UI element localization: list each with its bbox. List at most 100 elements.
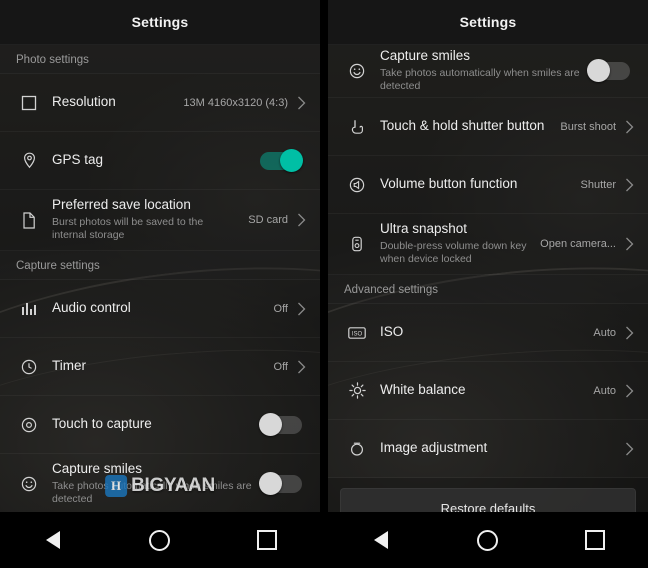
chevron-right-icon xyxy=(622,326,636,340)
setting-row-touch-to-capture[interactable]: Touch to capture xyxy=(0,396,320,454)
setting-row-image-adjustment[interactable]: Image adjustment xyxy=(328,420,648,478)
clock-timer-icon xyxy=(16,354,42,380)
setting-label: Touch to capture xyxy=(52,416,152,432)
svg-text:ISO: ISO xyxy=(352,331,363,337)
setting-row-ultra-snapshot[interactable]: Ultra snapshot Double-press volume down … xyxy=(328,214,648,275)
setting-label: Image adjustment xyxy=(380,440,488,456)
setting-value: Off xyxy=(273,360,288,373)
smile-face-icon xyxy=(344,58,370,84)
nav-recents-button[interactable] xyxy=(575,520,615,560)
location-pin-icon xyxy=(16,148,42,174)
screen-divider xyxy=(320,0,328,568)
chevron-right-icon xyxy=(294,360,308,374)
home-circle-icon xyxy=(477,529,499,551)
right-title-bar: Settings xyxy=(328,0,648,45)
recents-square-icon xyxy=(256,530,277,550)
setting-value: Burst shoot xyxy=(560,120,616,133)
setting-label: GPS tag xyxy=(52,152,104,168)
setting-label: ISO xyxy=(380,324,404,340)
chevron-right-icon xyxy=(622,120,636,134)
touch-to-capture-toggle[interactable] xyxy=(259,412,302,436)
chevron-right-icon xyxy=(622,442,636,456)
setting-row-preferred-save-location[interactable]: Preferred save location Burst photos wil… xyxy=(0,190,320,251)
setting-row-gps-tag[interactable]: GPS tag xyxy=(0,132,320,190)
setting-value: Open camera... xyxy=(540,238,616,250)
setting-label: Capture smiles xyxy=(380,47,471,63)
setting-label: Resolution xyxy=(52,94,116,110)
dual-screenshot-container: Settings Photo settings Resolution 13M 4… xyxy=(0,0,648,568)
chevron-right-icon xyxy=(622,384,636,398)
page-title: Settings xyxy=(131,14,189,30)
image-adjustment-icon xyxy=(344,436,370,462)
setting-row-volume-button-function[interactable]: Volume button function Shutter xyxy=(328,156,648,214)
setting-label: White balance xyxy=(380,382,466,398)
home-circle-icon xyxy=(149,529,171,551)
setting-row-capture-smiles[interactable]: Capture smiles Take photos automatically… xyxy=(328,45,648,98)
back-triangle-icon xyxy=(46,531,61,549)
nav-back-button[interactable] xyxy=(33,520,73,560)
setting-label: Touch & hold shutter button xyxy=(380,118,545,134)
ultra-snapshot-icon xyxy=(344,231,370,257)
page-title: Settings xyxy=(459,14,517,30)
setting-value: Off xyxy=(273,302,288,315)
restore-defaults-container: Restore defaults xyxy=(328,478,648,512)
setting-row-timer[interactable]: Timer Off xyxy=(0,338,320,396)
touch-hold-shutter-icon xyxy=(344,114,370,140)
setting-sublabel: Take photos automatically when smiles ar… xyxy=(380,66,580,93)
setting-value: Auto xyxy=(593,326,616,339)
square-resolution-icon xyxy=(16,90,42,116)
setting-row-resolution[interactable]: Resolution 13M 4160x3120 (4:3) xyxy=(0,74,320,132)
toggle-knob xyxy=(587,59,610,82)
setting-row-white-balance[interactable]: White balance Auto xyxy=(328,362,648,420)
setting-label: Preferred save location xyxy=(52,196,191,212)
capture-smiles-toggle[interactable] xyxy=(259,472,302,495)
setting-value: 13M 4160x3120 (4:3) xyxy=(183,96,288,109)
left-settings-list[interactable]: Photo settings Resolution 13M 4160x3120 … xyxy=(0,45,320,512)
audio-levels-icon xyxy=(16,296,42,322)
setting-sublabel: Double-press volume down key when device… xyxy=(380,239,527,266)
setting-label: Timer xyxy=(52,358,86,374)
setting-label: Audio control xyxy=(52,300,131,316)
setting-value: Shutter xyxy=(580,178,616,191)
nav-back-button[interactable] xyxy=(361,520,401,560)
recents-square-icon xyxy=(584,530,605,550)
left-title-bar: Settings xyxy=(0,0,320,45)
volume-button-icon xyxy=(344,172,370,198)
nav-home-button[interactable] xyxy=(468,520,508,560)
right-settings-list[interactable]: Capture smiles Take photos automatically… xyxy=(328,45,648,512)
smile-face-icon xyxy=(16,471,42,497)
chevron-right-icon xyxy=(294,96,308,110)
toggle-knob xyxy=(259,412,282,436)
section-header-photo-settings: Photo settings xyxy=(0,45,320,74)
setting-sublabel: Burst photos will be saved to the intern… xyxy=(52,215,204,242)
left-phone-screen: Settings Photo settings Resolution 13M 4… xyxy=(0,0,320,568)
setting-row-iso[interactable]: ISO ISO Auto xyxy=(328,304,648,362)
capture-smiles-toggle[interactable] xyxy=(587,59,630,82)
section-header-capture-settings: Capture settings xyxy=(0,251,320,280)
restore-defaults-button[interactable]: Restore defaults xyxy=(340,488,636,512)
nav-home-button[interactable] xyxy=(140,520,180,560)
setting-row-touch-hold-shutter[interactable]: Touch & hold shutter button Burst shoot xyxy=(328,98,648,156)
setting-value: Auto xyxy=(593,384,616,397)
setting-label: Ultra snapshot xyxy=(380,220,468,236)
section-header-advanced-settings: Advanced settings xyxy=(328,275,648,304)
setting-label: Volume button function xyxy=(380,176,518,192)
iso-icon: ISO xyxy=(344,320,370,346)
setting-sublabel: Take photos automatically when smiles ar… xyxy=(52,479,252,506)
chevron-right-icon xyxy=(294,302,308,316)
setting-row-audio-control[interactable]: Audio control Off xyxy=(0,280,320,338)
left-navigation-bar[interactable] xyxy=(0,512,320,568)
nav-recents-button[interactable] xyxy=(247,520,287,560)
setting-label: Capture smiles xyxy=(52,460,143,476)
chevron-right-icon xyxy=(294,213,308,227)
setting-value: SD card xyxy=(248,214,288,226)
toggle-knob xyxy=(280,148,303,172)
white-balance-icon xyxy=(344,378,370,404)
gps-tag-toggle[interactable] xyxy=(260,148,303,172)
setting-row-capture-smiles[interactable]: Capture smiles Take photos automatically… xyxy=(0,454,320,512)
toggle-knob xyxy=(259,472,282,495)
file-icon xyxy=(16,207,42,233)
chevron-right-icon xyxy=(622,178,636,192)
touch-capture-icon xyxy=(16,412,42,438)
right-navigation-bar[interactable] xyxy=(328,512,648,568)
